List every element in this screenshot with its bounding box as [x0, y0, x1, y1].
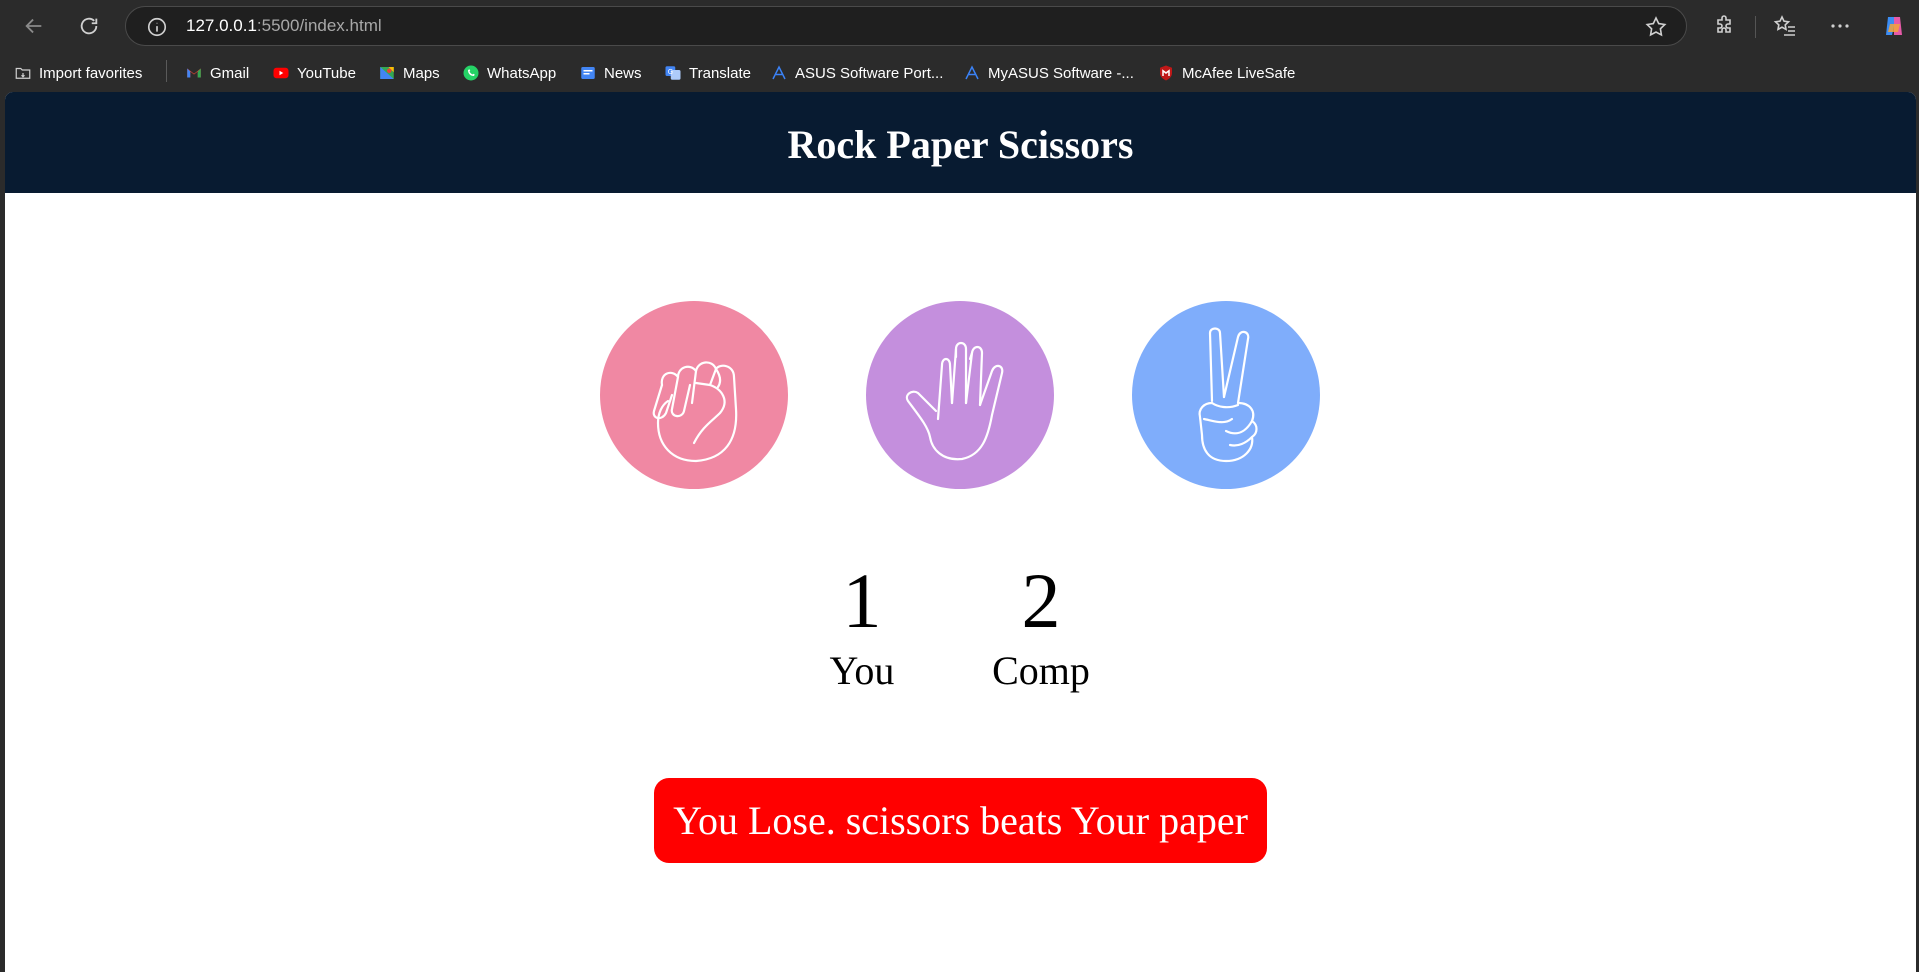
- bookmark-label: McAfee LiveSafe: [1182, 64, 1296, 82]
- browser-toolbar: 127.0.0.1:5500/index.html: [0, 0, 1919, 52]
- choice-scissors[interactable]: [1132, 301, 1320, 489]
- copilot-icon: [1886, 17, 1902, 35]
- bookmarks-divider: [166, 60, 167, 82]
- bookmark-import-favorites[interactable]: Import favorites: [14, 62, 142, 84]
- bookmark-label: Translate: [689, 64, 751, 82]
- copilot-button[interactable]: [1880, 12, 1908, 40]
- toolbar-divider: [1755, 16, 1756, 38]
- ellipsis-icon: [1831, 24, 1849, 28]
- bookmark-gmail[interactable]: Gmail: [185, 62, 249, 84]
- favorites-list-icon: [1773, 15, 1795, 36]
- bookmark-maps[interactable]: Maps: [378, 62, 440, 84]
- bookmark-whatsapp[interactable]: WhatsApp: [462, 62, 556, 84]
- bookmark-label: WhatsApp: [487, 64, 557, 82]
- choice-paper[interactable]: [866, 301, 1054, 489]
- comp-score: 2 Comp: [971, 562, 1111, 696]
- gmail-icon: [187, 68, 201, 78]
- comp-score-label: Comp: [992, 648, 1090, 693]
- maps-icon: [380, 67, 394, 79]
- user-score-value: 1: [842, 557, 882, 644]
- import-favorites-icon: [15, 67, 31, 79]
- refresh-button[interactable]: [71, 8, 107, 44]
- favorites-button[interactable]: [1771, 12, 1799, 40]
- bookmark-myasus-software[interactable]: MyASUS Software -...: [963, 62, 1134, 84]
- back-button[interactable]: [16, 8, 52, 44]
- bookmarks-bar: Import favorites Gmail YouTube Maps What…: [0, 52, 1919, 92]
- bookmark-youtube[interactable]: YouTube: [272, 62, 356, 84]
- bookmark-asus-software-portal[interactable]: ASUS Software Port...: [770, 62, 943, 84]
- puzzle-icon: [1717, 15, 1731, 33]
- address-bar[interactable]: 127.0.0.1:5500/index.html: [125, 6, 1687, 46]
- bookmark-mcafee-livesafe[interactable]: McAfee LiveSafe: [1157, 62, 1295, 84]
- svg-text:G: G: [668, 68, 673, 76]
- extensions-button[interactable]: [1711, 12, 1739, 40]
- page-title: Rock Paper Scissors: [787, 122, 1134, 167]
- news-icon: [581, 67, 595, 79]
- url-text: 127.0.0.1:5500/index.html: [186, 16, 382, 36]
- whatsapp-icon: [463, 65, 479, 81]
- paper-hand-icon: [905, 341, 1004, 461]
- translate-icon: G: [665, 66, 681, 80]
- info-icon[interactable]: [146, 16, 168, 38]
- mcafee-icon: [1160, 65, 1172, 81]
- url-host: 127.0.0.1: [186, 16, 257, 35]
- bookmark-news[interactable]: News: [579, 62, 642, 84]
- bookmark-label: MyASUS Software -...: [988, 64, 1134, 82]
- page-header: Rock Paper Scissors: [5, 92, 1916, 193]
- user-score-label: You: [829, 648, 895, 693]
- url-path: :5500/index.html: [256, 16, 382, 35]
- refresh-icon: [80, 17, 98, 35]
- choice-rock[interactable]: [600, 301, 788, 489]
- scissors-hand-icon: [1198, 327, 1258, 463]
- comp-score-value: 2: [1021, 557, 1061, 644]
- bookmark-label: ASUS Software Port...: [795, 64, 944, 82]
- asus-icon: [965, 65, 979, 80]
- bookmark-label: YouTube: [297, 64, 356, 82]
- result-message: You Lose. scissors beats Your paper: [654, 778, 1267, 863]
- rock-fist-icon: [652, 361, 738, 463]
- favorite-star-icon[interactable]: [1644, 15, 1668, 39]
- youtube-icon: [273, 67, 289, 79]
- bookmark-label: Import favorites: [39, 64, 143, 82]
- arrow-left-icon: [25, 18, 42, 34]
- bookmark-label: Gmail: [210, 64, 250, 82]
- bookmark-label: News: [604, 64, 642, 82]
- page-viewport: Rock Paper Scissors 1 You 2 Comp You Los…: [5, 92, 1916, 972]
- bookmark-translate[interactable]: G Translate: [664, 62, 751, 84]
- user-score: 1 You: [792, 562, 932, 696]
- asus-icon: [772, 65, 786, 80]
- bookmark-label: Maps: [403, 64, 440, 82]
- more-menu-button[interactable]: [1826, 12, 1854, 40]
